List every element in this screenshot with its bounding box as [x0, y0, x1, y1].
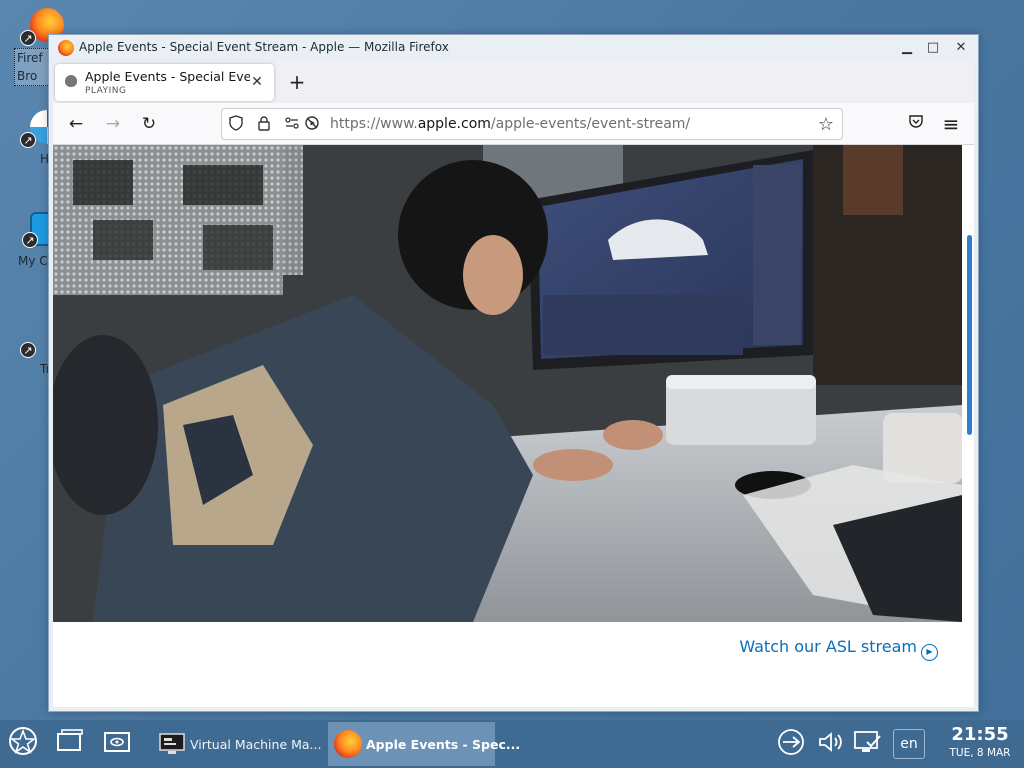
forward-button[interactable]: → — [100, 112, 126, 136]
shortcut-arrow-icon: ↗ — [20, 132, 36, 148]
autoplay-blocked-icon[interactable] — [302, 115, 322, 135]
firefox-icon — [334, 730, 362, 758]
pocket-icon — [909, 115, 923, 128]
maximize-button[interactable]: □ — [923, 38, 943, 58]
page-scrollbar[interactable] — [967, 235, 972, 435]
lock-icon[interactable] — [254, 115, 274, 135]
firefox-window: Apple Events - Special Event Stream - Ap… — [48, 34, 979, 712]
folder-eye-icon — [104, 732, 130, 752]
tab-title: Apple Events - Special Event Stream - Ap… — [85, 69, 250, 84]
windows-icon — [57, 729, 83, 751]
play-circle-icon: ▶ — [921, 644, 938, 661]
clock[interactable]: 21:55 TUE, 8 MAR — [940, 724, 1020, 760]
network-share-icon[interactable] — [775, 728, 807, 760]
bookmark-star-icon[interactable]: ☆ — [816, 115, 836, 135]
clock-date: TUE, 8 MAR — [949, 747, 1011, 759]
event-video-player[interactable] — [53, 145, 962, 622]
permissions-icon[interactable] — [282, 115, 302, 135]
start-menu-button[interactable] — [5, 726, 41, 762]
tab-playing-status: PLAYING — [85, 86, 127, 96]
display-network-icon[interactable] — [852, 728, 884, 760]
shortcut-arrow-icon: ↗ — [22, 232, 38, 248]
new-tab-button[interactable]: + — [285, 70, 309, 94]
show-windows-button[interactable] — [52, 726, 88, 762]
reload-button[interactable]: ↻ — [136, 112, 162, 136]
virtual-machine-icon — [158, 730, 186, 758]
firefox-icon — [58, 40, 74, 56]
taskbar: Virtual Machine Ma... Apple Events - Spe… — [0, 720, 1024, 768]
url-bar[interactable]: https://www.apple.com/apple-events/event… — [221, 108, 843, 140]
tab-bar: Apple Events - Special Event Stream - Ap… — [53, 61, 974, 103]
volume-icon[interactable] — [814, 728, 846, 760]
navigation-toolbar: ← → ↻ https://www.apple.com/apple-events… — [53, 103, 974, 145]
minimize-button[interactable]: ▁ — [897, 38, 917, 58]
task-virtual-machine-manager[interactable]: Virtual Machine Ma... — [152, 722, 328, 766]
pocket-button[interactable] — [903, 112, 929, 136]
close-tab-button[interactable]: ✕ — [248, 73, 266, 91]
tracking-protection-shield-icon[interactable] — [226, 115, 246, 135]
close-window-button[interactable]: ✕ — [951, 38, 971, 58]
back-button[interactable]: ← — [63, 112, 89, 136]
start-star-icon — [9, 727, 37, 755]
task-label: Virtual Machine Ma... — [190, 737, 322, 752]
video-frame — [53, 145, 962, 622]
window-titlebar[interactable]: Apple Events - Special Event Stream - Ap… — [49, 35, 978, 61]
watch-asl-stream-link[interactable]: Watch our ASL stream ▶ — [739, 637, 938, 661]
window-title: Apple Events - Special Event Stream - Ap… — [79, 40, 449, 54]
shortcut-arrow-icon: ↗ — [20, 30, 36, 46]
tab-apple-events[interactable]: Apple Events - Special Event Stream - Ap… — [55, 64, 274, 101]
url-text[interactable]: https://www.apple.com/apple-events/event… — [330, 116, 690, 132]
shortcut-arrow-icon: ↗ — [20, 342, 36, 358]
file-manager-button[interactable] — [99, 726, 135, 762]
keyboard-language-indicator[interactable]: en — [893, 729, 925, 759]
page-content: Watch our ASL stream ▶ — [53, 145, 974, 707]
clock-time: 21:55 — [951, 724, 1009, 745]
app-menu-button[interactable]: ≡ — [938, 112, 964, 136]
apple-favicon-icon — [65, 75, 77, 87]
task-firefox[interactable]: Apple Events - Spec... — [328, 722, 520, 766]
task-label: Apple Events - Spec... — [366, 737, 521, 752]
